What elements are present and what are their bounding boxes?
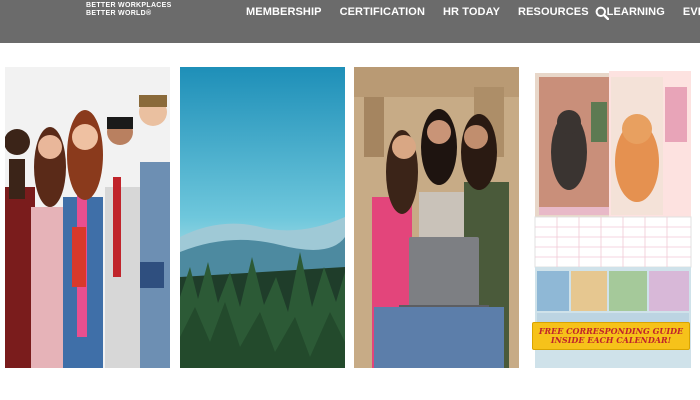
- card-landscape-image[interactable]: [180, 67, 345, 368]
- card-students-image[interactable]: [5, 67, 170, 368]
- main-nav: MEMBERSHIP CERTIFICATION HR TODAY RESOUR…: [246, 6, 700, 20]
- nav-resources[interactable]: RESOURCES: [518, 6, 589, 20]
- nav-events[interactable]: EVENTS: [683, 6, 700, 20]
- search-icon[interactable]: [595, 6, 609, 20]
- free-guide-banner-text: FREE CORRESPONDING GUIDE INSIDE EACH CAL…: [538, 326, 684, 345]
- logo-line-2: BETTER WORLD®: [86, 10, 152, 17]
- nav-learning[interactable]: LEARNING: [607, 6, 665, 20]
- card-friends-image[interactable]: [354, 67, 519, 368]
- page-bottom-area: [0, 380, 700, 400]
- nav-certification[interactable]: CERTIFICATION: [340, 6, 425, 20]
- card-calendar-image[interactable]: FREE CORRESPONDING GUIDE INSIDE EACH CAL…: [529, 67, 694, 368]
- nav-hr-today[interactable]: HR TODAY: [443, 6, 500, 20]
- logo-line-1: BETTER WORKPLACES: [86, 2, 172, 9]
- free-guide-banner: FREE CORRESPONDING GUIDE INSIDE EACH CAL…: [532, 322, 690, 350]
- nav-membership[interactable]: MEMBERSHIP: [246, 6, 322, 20]
- site-logo[interactable]: BETTER WORKPLACES BETTER WORLD®: [86, 2, 172, 18]
- site-header: BETTER WORKPLACES BETTER WORLD® MEMBERSH…: [0, 0, 700, 43]
